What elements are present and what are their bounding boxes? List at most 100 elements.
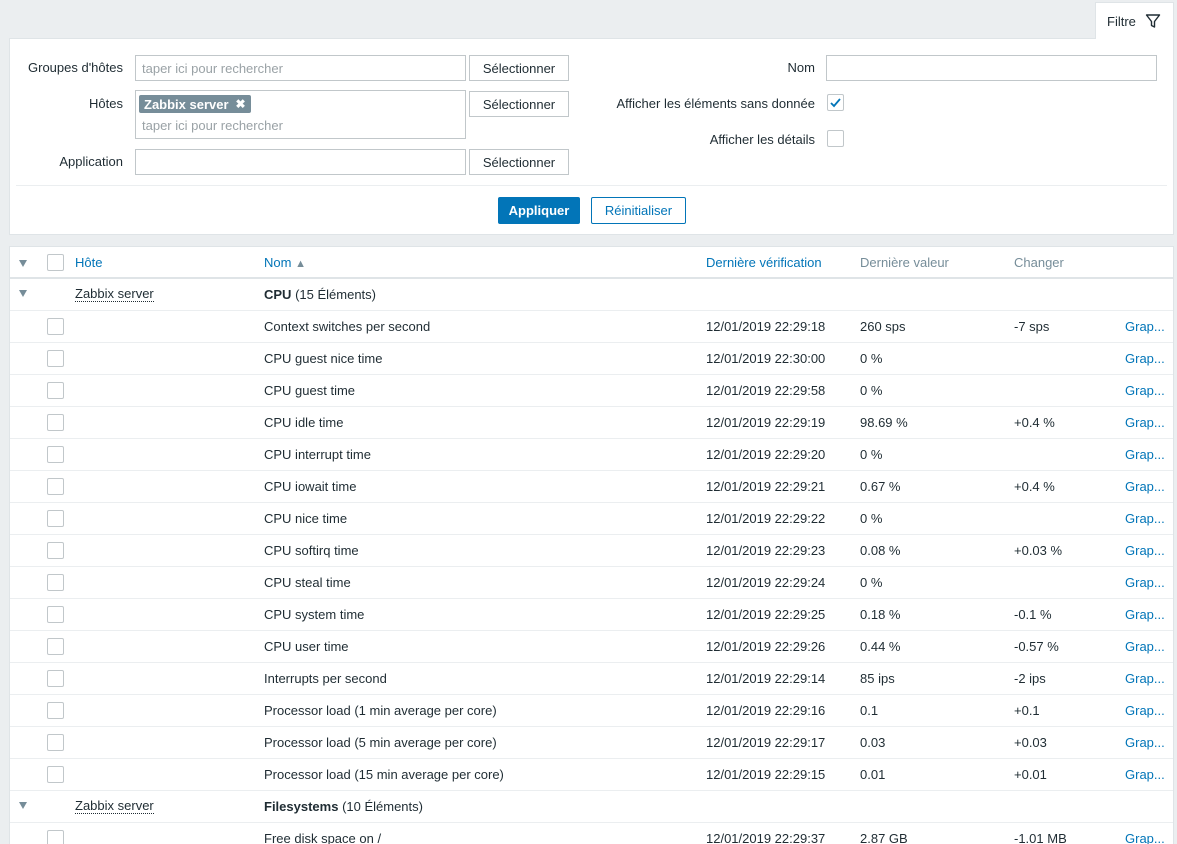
item-last-value: 0.67 % xyxy=(860,479,901,494)
select-all-checkbox[interactable] xyxy=(47,254,64,271)
graph-link[interactable]: Grap... xyxy=(1125,543,1165,558)
graph-link[interactable]: Grap... xyxy=(1125,383,1165,398)
graph-link[interactable]: Grap... xyxy=(1125,479,1165,494)
name-input[interactable] xyxy=(826,55,1157,81)
graph-link[interactable]: Grap... xyxy=(1125,575,1165,590)
row-checkbox[interactable] xyxy=(47,574,64,591)
graph-link[interactable]: Grap... xyxy=(1125,415,1165,430)
graph-link[interactable]: Grap... xyxy=(1125,447,1165,462)
hosts-input-placeholder[interactable]: taper ici pour rechercher xyxy=(142,118,283,133)
row-checkbox[interactable] xyxy=(47,702,64,719)
item-change: +0.01 xyxy=(1014,767,1047,782)
item-change: -7 sps xyxy=(1014,319,1050,334)
graph-link[interactable]: Grap... xyxy=(1125,671,1165,686)
item-last-value: 260 sps xyxy=(860,319,906,334)
item-change: -2 ips xyxy=(1014,671,1046,686)
show-details-checkbox[interactable] xyxy=(827,130,844,147)
hosts-select-button[interactable]: Sélectionner xyxy=(469,91,569,117)
graph-link[interactable]: Grap... xyxy=(1125,607,1165,622)
item-last-value: 0.44 % xyxy=(860,639,901,654)
item-name: CPU system time xyxy=(264,607,365,622)
row-checkbox[interactable] xyxy=(47,830,64,844)
graph-link[interactable]: Grap... xyxy=(1125,831,1165,844)
show-without-data-checkbox[interactable] xyxy=(827,94,844,111)
checkmark-icon xyxy=(830,98,841,108)
row-checkbox[interactable] xyxy=(47,478,64,495)
row-checkbox[interactable] xyxy=(47,542,64,559)
table-row: Context switches per second 12/01/2019 2… xyxy=(10,311,1173,343)
item-last-value: 0 % xyxy=(860,351,883,366)
collapse-group-icon[interactable] xyxy=(19,290,27,297)
item-last-value: 2.87 GB xyxy=(860,831,908,844)
sort-asc-icon: ▲ xyxy=(295,258,306,270)
graph-link[interactable]: Grap... xyxy=(1125,639,1165,654)
host-groups-select-button[interactable]: Sélectionner xyxy=(469,55,569,81)
application-input[interactable] xyxy=(135,149,466,175)
item-name: Processor load (1 min average per core) xyxy=(264,703,497,718)
filter-icon xyxy=(1145,14,1161,28)
graph-link[interactable]: Grap... xyxy=(1125,703,1165,718)
reset-button[interactable]: Réinitialiser xyxy=(591,197,686,224)
item-name: CPU idle time xyxy=(264,415,344,430)
graph-link[interactable]: Grap... xyxy=(1125,767,1165,782)
row-checkbox[interactable] xyxy=(47,350,64,367)
item-last-check: 12/01/2019 22:29:19 xyxy=(706,415,826,430)
table-row: CPU interrupt time 12/01/2019 22:29:20 0… xyxy=(10,439,1173,471)
row-checkbox[interactable] xyxy=(47,510,64,527)
apply-button[interactable]: Appliquer xyxy=(498,197,580,224)
host-groups-input[interactable] xyxy=(135,55,466,81)
host-link[interactable]: Zabbix server xyxy=(75,799,154,814)
graph-link[interactable]: Grap... xyxy=(1125,319,1165,334)
table-row: CPU idle time 12/01/2019 22:29:19 98.69 … xyxy=(10,407,1173,439)
graph-link[interactable]: Grap... xyxy=(1125,735,1165,750)
row-checkbox[interactable] xyxy=(47,734,64,751)
table-row: CPU steal time 12/01/2019 22:29:24 0 % G… xyxy=(10,567,1173,599)
table-row: Processor load (15 min average per core)… xyxy=(10,759,1173,791)
filter-tab[interactable]: Filtre xyxy=(1095,2,1174,39)
row-checkbox[interactable] xyxy=(47,318,64,335)
row-checkbox[interactable] xyxy=(47,414,64,431)
item-name: CPU interrupt time xyxy=(264,447,371,462)
column-last-value: Dernière valeur xyxy=(860,255,949,270)
items-table: Hôte Nom ▲ Dernière vérification Dernièr… xyxy=(9,246,1174,844)
filter-panel: Groupes d'hôtes Sélectionner Hôtes Zabbi… xyxy=(9,38,1174,235)
row-checkbox[interactable] xyxy=(47,670,64,687)
host-tag: Zabbix server ✖ xyxy=(139,95,251,113)
item-last-check: 12/01/2019 22:29:26 xyxy=(706,639,826,654)
column-last-check[interactable]: Dernière vérification xyxy=(706,255,822,270)
item-last-value: 0.08 % xyxy=(860,543,901,558)
row-checkbox[interactable] xyxy=(47,766,64,783)
application-select-button[interactable]: Sélectionner xyxy=(469,149,569,175)
table-row: Interrupts per second 12/01/2019 22:29:1… xyxy=(10,663,1173,695)
item-change: +0.4 % xyxy=(1014,479,1055,494)
group-title: Filesystems xyxy=(264,799,339,814)
hosts-multiselect[interactable]: Zabbix server ✖ taper ici pour recherche… xyxy=(135,90,466,139)
item-change: +0.03 xyxy=(1014,735,1047,750)
item-change: -0.1 % xyxy=(1014,607,1052,622)
table-row: Free disk space on / 12/01/2019 22:29:37… xyxy=(10,823,1173,844)
item-name: CPU nice time xyxy=(264,511,348,526)
item-last-check: 12/01/2019 22:30:00 xyxy=(706,351,826,366)
row-checkbox[interactable] xyxy=(47,638,64,655)
host-link[interactable]: Zabbix server xyxy=(75,287,154,302)
group-count: (10 Éléments) xyxy=(342,799,423,814)
column-name[interactable]: Nom ▲ xyxy=(264,255,306,270)
hosts-label: Hôtes xyxy=(89,96,123,111)
collapse-all-icon[interactable] xyxy=(19,260,27,267)
row-checkbox[interactable] xyxy=(47,446,64,463)
group-row: Zabbix server Filesystems (10 Éléments) xyxy=(10,791,1173,823)
collapse-group-icon[interactable] xyxy=(19,802,27,809)
item-last-check: 12/01/2019 22:29:25 xyxy=(706,607,826,622)
row-checkbox[interactable] xyxy=(47,606,64,623)
show-without-data-label: Afficher les éléments sans donnée xyxy=(616,96,816,111)
item-change: +0.03 % xyxy=(1014,543,1063,558)
remove-tag-icon[interactable]: ✖ xyxy=(236,97,246,111)
item-change: -1.01 MB xyxy=(1014,831,1067,844)
group-title: CPU xyxy=(264,287,292,302)
filter-tab-label: Filtre xyxy=(1107,13,1136,29)
column-host[interactable]: Hôte xyxy=(75,255,102,270)
graph-link[interactable]: Grap... xyxy=(1125,351,1165,366)
table-row: CPU guest time 12/01/2019 22:29:58 0 % G… xyxy=(10,375,1173,407)
row-checkbox[interactable] xyxy=(47,382,64,399)
graph-link[interactable]: Grap... xyxy=(1125,511,1165,526)
